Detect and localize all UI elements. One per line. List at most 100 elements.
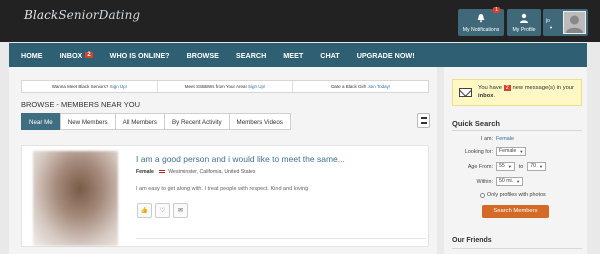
avatar[interactable] [563, 11, 586, 34]
age-from-value: 55 [499, 163, 505, 169]
message-button[interactable]: ✉ [173, 203, 188, 218]
tab-new-members[interactable]: New Members [59, 113, 116, 130]
age-to-label: to [518, 163, 524, 170]
notifications-label: My Notifications [462, 27, 500, 33]
heart-icon: ♡ [159, 208, 166, 214]
nav-meet[interactable]: MEET [283, 51, 303, 60]
member-headline[interactable]: I am a good person and i would like to m… [136, 154, 345, 164]
msg-end: . [493, 93, 496, 99]
nav-browse[interactable]: BROWSE [187, 51, 219, 60]
search-members-button[interactable]: Search Members [482, 205, 549, 218]
nav-search-label: SEARCH [235, 50, 267, 60]
within-label: Within: [476, 178, 493, 185]
nav-chat-label: CHAT [320, 50, 340, 60]
i-am-label: I am: [481, 136, 493, 142]
nav-inbox[interactable]: INBOX 2 [60, 51, 93, 60]
nav-chat[interactable]: CHAT [320, 51, 339, 60]
within-select[interactable]: 50 mi. ▼ [496, 177, 524, 186]
top-header: BlackSeniorDating 1 My Notifications My … [0, 0, 600, 42]
promo-text: Wanna Meet Black Seniors? [51, 84, 109, 89]
divider [136, 238, 426, 239]
photos-only-checkbox[interactable] [480, 192, 485, 198]
avatar-placeholder-icon [566, 15, 583, 33]
menu-bar [421, 122, 427, 124]
my-profile-label: My Profile [512, 27, 536, 33]
nav-who-is-online-label: WHO IS ONLINE? [109, 50, 170, 60]
looking-for-value: Female [499, 148, 517, 154]
like-button[interactable]: 👍 [137, 203, 152, 218]
nav-upgrade-label: UPGRADE NOW! [356, 50, 415, 60]
member-meta: Female Westminster, California, United S… [136, 169, 256, 175]
main-nav: HOME INBOX 2 WHO IS ONLINE? BROWSE SEARCH… [9, 43, 587, 67]
tab-all-members[interactable]: All Members [114, 113, 166, 130]
promo-link[interactable]: Join Today! [367, 84, 390, 89]
nav-home-label: HOME [21, 50, 43, 60]
chevron-down-icon: ▼ [539, 164, 543, 169]
tab-near-me[interactable]: Near Me [21, 113, 61, 130]
tab-recent-activity[interactable]: By Recent Activity [164, 113, 230, 130]
favorite-button[interactable]: ♡ [155, 203, 170, 218]
envelope-icon [459, 88, 472, 97]
nav-inbox-label: INBOX [59, 50, 83, 60]
member-gender: Female [136, 169, 154, 175]
i-am-row: I am: Female [452, 136, 514, 142]
new-messages-notice[interactable]: You have 2 new message(s) in your inbox. [452, 79, 582, 106]
divider [452, 130, 582, 131]
chevron-down-icon: ▼ [516, 179, 521, 184]
msg-prefix: You have [478, 85, 502, 91]
inbox-badge: 2 [85, 52, 93, 58]
logo-text-1: Black [24, 8, 59, 22]
member-description: I am easy to get along with. I treat peo… [136, 186, 309, 192]
browse-tabs: Near Me New Members All Members By Recen… [21, 113, 291, 130]
nav-who-is-online[interactable]: WHO IS ONLINE? [110, 51, 170, 60]
site-logo[interactable]: BlackSeniorDating [24, 8, 140, 22]
envelope-icon: ✉ [177, 208, 184, 214]
photos-only-row: Only profiles with photos [480, 192, 546, 198]
tab-members-videos[interactable]: Members Videos [228, 113, 291, 130]
member-actions: 👍 ♡ ✉ [137, 203, 191, 218]
logo-text-3: Dating [98, 8, 141, 22]
photos-only-label: Only profiles with photos [487, 192, 546, 198]
nav-search[interactable]: SEARCH [236, 51, 266, 60]
age-to-value: 70 [530, 163, 537, 169]
age-from-select[interactable]: 55 ▼ [496, 162, 515, 171]
looking-for-label: Looking for: [464, 148, 493, 155]
nav-home[interactable]: HOME [21, 51, 43, 60]
promo-item: Meet SSBBWs from Your Area! Sign Up! [158, 81, 294, 92]
thumbs-up-icon: 👍 [140, 208, 149, 214]
within-row: Within: 50 mi. ▼ [452, 177, 524, 186]
member-location: Westminster, California, United States [168, 169, 256, 175]
msg-inbox-link[interactable]: inbox [478, 93, 493, 99]
member-card: I am a good person and i would like to m… [21, 145, 429, 247]
promo-item: Date a Black Girl! Join Today! [293, 81, 428, 92]
bell-icon [477, 14, 485, 23]
member-photo[interactable] [33, 151, 118, 246]
quick-search-title: Quick Search [452, 119, 500, 128]
msg-suffix: new message(s) in your [512, 85, 574, 91]
my-profile-button[interactable]: My Profile [507, 9, 541, 36]
promo-text: Meet SSBBWs from Your Area! [184, 84, 247, 89]
chevron-down-icon: ▼ [507, 164, 512, 169]
user-initials: jo [546, 18, 550, 24]
user-menu[interactable]: jo ▼ [543, 9, 588, 36]
chevron-down-icon: ▼ [519, 149, 524, 154]
nav-upgrade[interactable]: UPGRADE NOW! [357, 51, 415, 60]
looking-for-row: Looking for: Female ▼ [452, 147, 527, 156]
age-label: Age From: [467, 163, 493, 170]
promo-link[interactable]: Sign Up! [110, 84, 127, 89]
msg-count-badge: 2 [503, 85, 511, 91]
user-icon [520, 13, 528, 23]
notifications-badge: 1 [493, 7, 500, 13]
age-to-select[interactable]: 70 ▼ [527, 162, 546, 171]
within-value: 50 mi. [499, 178, 514, 184]
list-view-toggle[interactable] [417, 113, 430, 128]
main-content: Wanna Meet Black Seniors? Sign Up! Meet … [9, 67, 437, 254]
chevron-down-icon: ▼ [549, 25, 553, 30]
promo-link[interactable]: Sign Up! [248, 84, 265, 89]
notifications-button[interactable]: 1 My Notifications [458, 7, 504, 36]
logo-text-2: Senior [58, 8, 99, 22]
age-row: Age From: 55 ▼ to 70 ▼ [452, 162, 546, 171]
right-sidebar: You have 2 new message(s) in your inbox.… [444, 67, 587, 254]
nav-meet-label: MEET [283, 50, 304, 60]
looking-for-select[interactable]: Female ▼ [496, 147, 527, 156]
